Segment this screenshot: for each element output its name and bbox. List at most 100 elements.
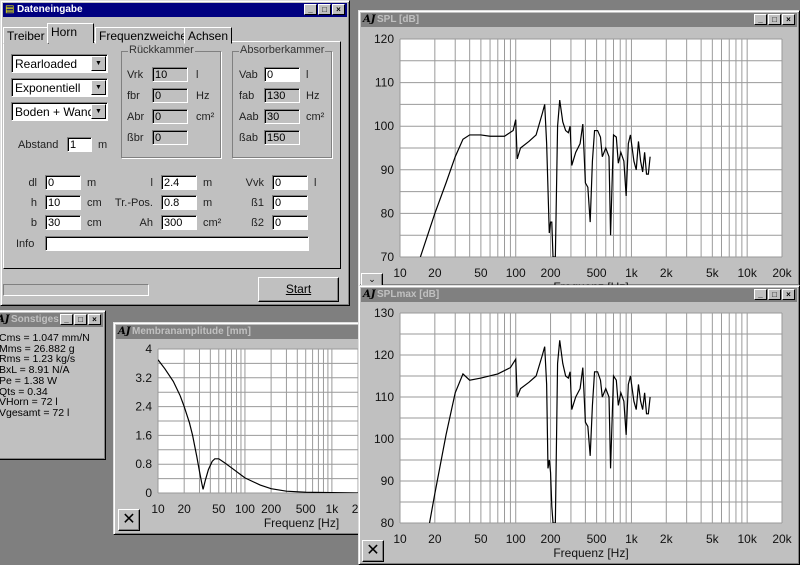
param-unit: l [314,177,317,189]
param-input[interactable]: 30 [45,215,81,230]
rueckkammer-label: fbr [127,90,140,102]
membran-title: Membranamplitude [mm] [132,326,251,337]
param-input[interactable]: 300 [161,215,197,230]
progress-bar [3,284,149,296]
y-tick-label: 0.8 [135,457,152,471]
chevron-down-icon: ▼ [91,56,106,71]
x-tick-label: 10k [737,266,757,280]
param-unit: cm [87,197,102,209]
param-input[interactable]: 0 [272,215,308,230]
x-tick-label: 5k [706,266,720,280]
x-tick-label: 20 [177,502,191,516]
absorberkammer-label: fab [239,90,255,102]
param-input[interactable]: 10 [45,195,81,210]
close-button[interactable]: × [88,314,101,325]
sonstiges-title-bar[interactable]: AJSonstiges _□× [0,313,103,327]
x-tick-label: 100 [235,502,255,516]
x-tick-label: 20k [772,266,792,280]
splmax-title-bar[interactable]: AJ SPLmax [dB] _ □ × [361,288,797,302]
x-tick-label: 10 [393,266,407,280]
y-tick-label: 80 [381,516,395,530]
param-input[interactable]: 0 [272,195,308,210]
param-input[interactable]: 2.4 [161,175,197,190]
param-unit: m [203,197,213,209]
splmax-window: AJ SPLmax [dB] _ □ × 80 90 100 110 120 130 10 20 50… [358,285,800,565]
close-button[interactable]: × [782,289,795,300]
tab-treiber[interactable]: Treiber [3,27,49,44]
app-logo-icon: AJ [0,314,10,325]
absorberkammer-input: 130 [264,88,300,103]
x-tick-label: 2k [660,532,674,546]
rueckkammer-unit: Hz [196,90,210,102]
param-input[interactable]: 0 [45,175,81,190]
chevron-down-icon: ▼ [91,104,106,119]
close-chart-button[interactable]: ✕ [118,509,140,531]
absorberkammer-label: ßab [239,132,258,144]
param-input[interactable]: 0 [272,175,308,190]
minimize-button[interactable]: _ [754,289,767,300]
x-tick-label: 10 [393,532,407,546]
rueckkammer-input: 0 [152,88,188,103]
start-button[interactable]: Start [258,277,339,302]
app-logo-icon: AJ [118,326,131,337]
x-tick-label: 1k [625,532,639,546]
splmax-chart: 80 90 100 110 120 130 10 20 50 100 200 500 1k 2k 5k 10k… [374,306,793,560]
maximize-button[interactable]: □ [74,314,87,325]
minimize-button[interactable]: _ [304,4,317,15]
horn-type-select[interactable]: Exponentiell ▼ [11,78,108,97]
y-tick-label: 3.2 [135,371,152,385]
x-tick-label: 1k [625,266,639,280]
param-unit: cm [87,217,102,229]
tab-horn[interactable]: Horn [47,23,94,43]
y-tick-label: 70 [381,250,395,264]
spl-title-bar[interactable]: AJ SPL [dB] _ □ × [361,13,797,27]
info-line: Pe = 1.38 W [0,374,58,387]
param-label: l [150,177,153,189]
minimize-button[interactable]: _ [754,14,767,25]
maximize-button[interactable]: □ [768,289,781,300]
absorberkammer-unit: Hz [306,90,320,102]
x-tick-label: 20k [772,532,792,546]
param-input[interactable]: 0.8 [161,195,197,210]
main-title-bar[interactable]: ▤ Dateneingabe _ □ × [3,3,347,17]
absorberkammer-unit: l [306,69,309,81]
placement-select[interactable]: Boden + Wand ▼ [11,102,108,121]
param-label: b [30,217,37,229]
close-button[interactable]: × [332,4,345,15]
x-tick-label: 10k [737,532,757,546]
minimize-button[interactable]: _ [60,314,73,325]
y-tick-label: 120 [374,348,394,362]
abstand-label: Abstand [18,139,59,151]
y-tick-label: 1.6 [135,428,152,442]
x-tick-label: 10 [151,502,165,516]
tab-frequenzweiche[interactable]: Frequenzweiche [95,27,192,44]
spl-title: SPL [dB] [377,14,420,25]
close-chart-button[interactable]: ✕ [362,540,384,562]
app-logo-icon: AJ [363,14,376,25]
absorberkammer-input[interactable]: 0 [264,67,300,82]
rueckkammer-input: 0 [152,130,188,145]
param-label: Vvk [245,177,264,189]
close-button[interactable]: × [782,14,795,25]
x-axis-label: Frequenz [Hz] [264,516,339,530]
param-unit: cm² [203,217,222,229]
info-input[interactable] [45,236,309,251]
rueckkammer-label: Abr [127,111,145,123]
rueckkammer-input: 10 [152,67,188,82]
maximize-button[interactable]: □ [768,14,781,25]
bauform-select[interactable]: Rearloaded ▼ [11,54,108,73]
tab-achsen[interactable]: Achsen [184,27,233,44]
x-tick-label: 100 [506,266,526,280]
rueckkammer-label: Vrk [127,69,144,81]
abstand-input[interactable]: 1 [67,137,92,152]
y-tick-label: 110 [375,76,394,90]
x-tick-label: 200 [261,502,281,516]
x-tick-label: 50 [212,502,226,516]
absorberkammer-label: Aab [239,111,259,123]
x-tick-label: 500 [587,532,607,546]
param-label: Tr.-Pos. [114,197,153,209]
app-icon: ▤ [5,4,15,15]
maximize-button[interactable]: □ [318,4,331,15]
absorberkammer-unit: cm² [306,111,325,123]
y-tick-label: 110 [375,390,394,404]
